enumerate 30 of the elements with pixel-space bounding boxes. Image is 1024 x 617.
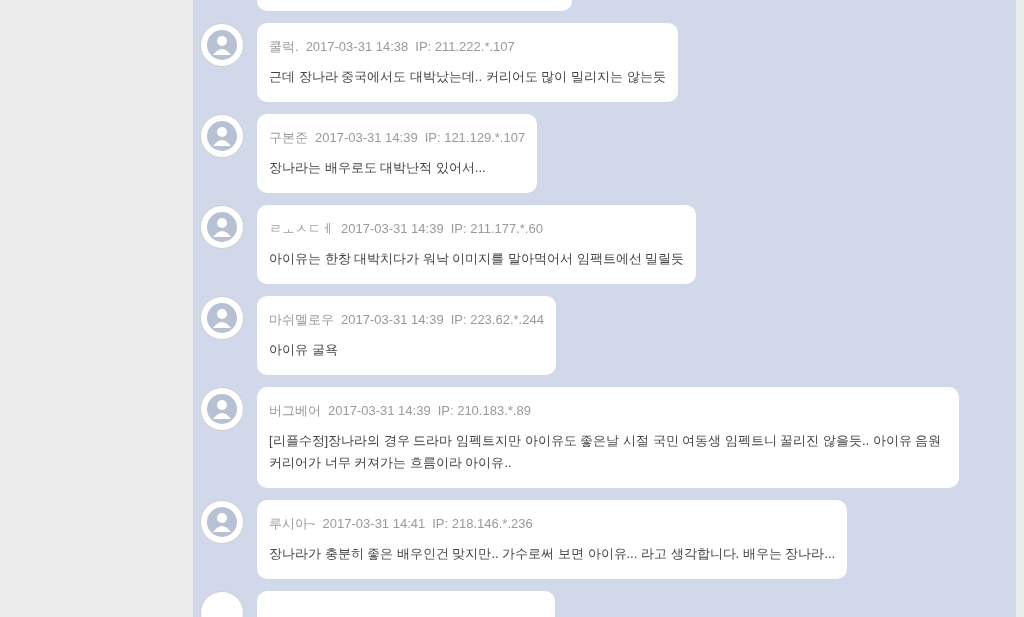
comment-text: [리플수정]장나라의 경우 드라마 임펙트지만 아이유도 좋은날 시절 국민 여동생 임펙트니 꿀리진 않을듯.. 아이유 음원 커리어가 너무 커져가는 흐름이라 아이유.. [269,432,943,472]
avatar-icon [200,500,244,544]
comment-date: 2017-03-31 14:39 [315,129,418,147]
comment-ip: IP: 211.177.*.60 [450,220,543,238]
avatar-icon [200,387,244,431]
avatar-icon [200,205,244,249]
comment-author: 쿨럭. [269,38,299,56]
comment-author: ㄹㅗㅅㄷㅔ [269,220,334,238]
comment-text: 장나라가 충분히 좋은 배우인건 맞지만.. 가수로써 보면 아이유... 라고 생각합니다. 배우는 장나라... [269,545,836,563]
comment-author: 루시아~ [269,515,316,533]
comment-author: 버그베어 [269,402,321,420]
comment-ip: IP: 223.62.*.244 [450,311,544,329]
avatar-icon [200,296,244,340]
comment-author: 마쉬멜로우 [269,311,334,329]
comment-text: 근데 장나라 중국에서도 대박났는데.. 커리어도 많이 밀리지는 않는듯 [269,68,666,86]
comment-ip: IP: 121.129.*.107 [424,129,526,147]
avatar-icon [200,23,244,67]
comment-date: 2017-03-31 14:39 [341,220,444,238]
comment-date: 2017-03-31 14:39 [328,402,431,420]
comment-text: 장나라는 배우로도 대박난적 있어서... [269,159,487,177]
comment-text: 아이유는 한창 대박치다가 워낙 이미지를 말아먹어서 임팩트에선 밀릴듯 [269,250,685,268]
comment-date: 2017-03-31 14:39 [341,311,444,329]
comment-ip: IP: 210.183.*.89 [437,402,531,420]
avatar-icon [200,114,244,158]
comment-text: 아이유 굴욕 [269,341,339,359]
comment-ip: IP: 211.222.*.107 [415,38,515,56]
comment-date: 2017-03-31 14:41 [322,515,426,533]
comment-author: 구본준 [269,129,308,147]
comment-ip: IP: 218.146.*.236 [432,515,533,533]
comment-date: 2017-03-31 14:38 [305,38,409,56]
